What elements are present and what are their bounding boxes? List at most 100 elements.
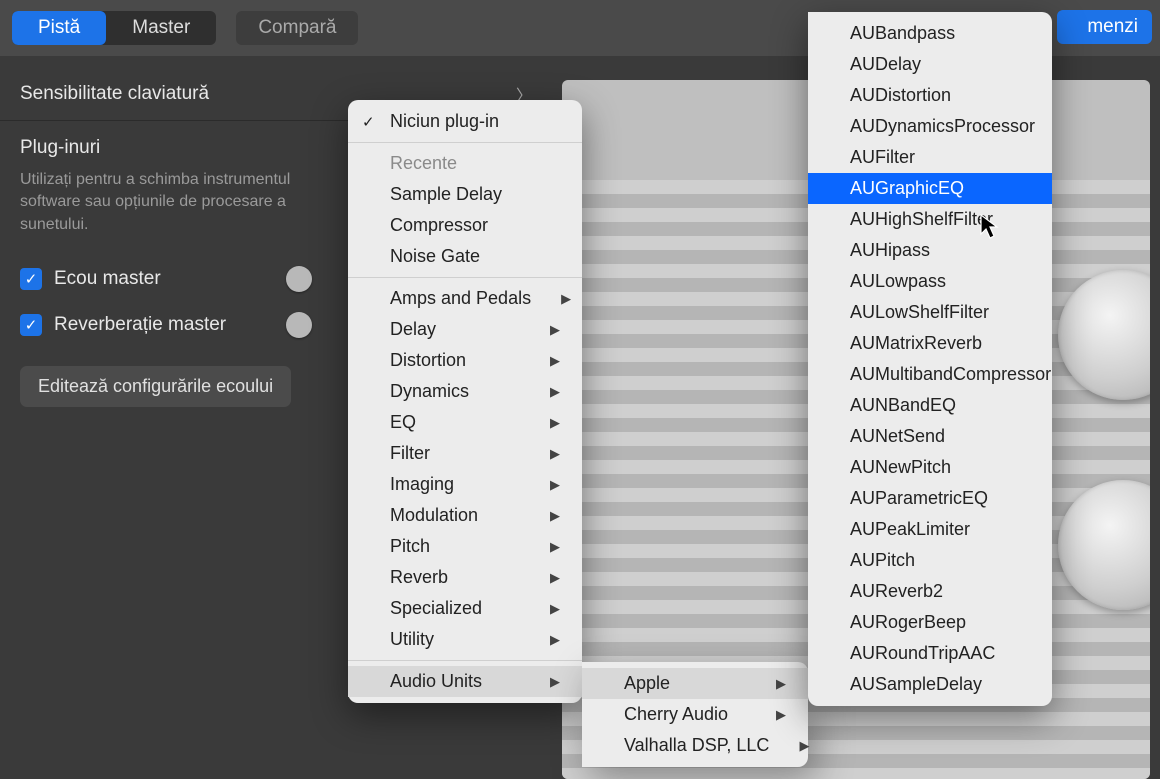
menu-item-category[interactable]: Pitch ▶ (348, 531, 582, 562)
reverb-master-checkbox[interactable]: ✓ (20, 314, 42, 336)
chevron-right-icon: ▶ (799, 738, 809, 754)
menu-item-label: AURogerBeep (850, 612, 966, 633)
menu-item-au-plugin[interactable]: AUDelay (808, 49, 1052, 80)
echo-master-checkbox[interactable]: ✓ (20, 268, 42, 290)
menu-item-au-plugin[interactable]: AUFilter (808, 142, 1052, 173)
apple-au-submenu: AUBandpass AUDelay AUDistortion AUDynamicsP… (808, 12, 1052, 706)
menu-item-recent[interactable]: Compressor (348, 210, 582, 241)
menu-item-none[interactable]: ✓ Niciun plug-in (348, 106, 582, 137)
menu-item-au-plugin[interactable]: AURogerBeep (808, 607, 1052, 638)
menu-item-label: Pitch (390, 536, 430, 557)
commands-button[interactable]: menzi (1057, 10, 1152, 44)
menu-item-au-plugin[interactable]: AUNBandEQ (808, 390, 1052, 421)
menu-item-au-plugin[interactable]: AUParametricEQ (808, 483, 1052, 514)
menu-item-au-plugin[interactable]: AUHighShelfFilter (808, 204, 1052, 235)
chevron-right-icon: ▶ (550, 539, 560, 555)
compare-button[interactable]: Compară (236, 11, 358, 45)
menu-item-label: Filter (390, 443, 430, 464)
menu-item-category[interactable]: Filter▶ (348, 438, 582, 469)
menu-item-label: AUDynamicsProcessor (850, 116, 1035, 137)
menu-item-label: AULowShelfFilter (850, 302, 989, 323)
menu-item-au-plugin[interactable]: AUDynamicsProcessor (808, 111, 1052, 142)
edit-echo-settings-button[interactable]: Editează configurările ecoului (20, 366, 291, 407)
menu-item-label: AUNewPitch (850, 457, 951, 478)
menu-item-au-plugin[interactable]: AUBandpass (808, 18, 1052, 49)
menu-item-category[interactable]: Imaging▶ (348, 469, 582, 500)
menu-item-category[interactable]: Delay▶ (348, 314, 582, 345)
chevron-right-icon: ▶ (550, 674, 560, 690)
menu-item-au-plugin[interactable]: AUNetSend (808, 421, 1052, 452)
menu-item-label: AUFilter (850, 147, 915, 168)
menu-item-label: Niciun plug-in (390, 111, 499, 132)
menu-item-au-plugin[interactable]: AUNewPitch (808, 452, 1052, 483)
menu-item-label: AULowpass (850, 271, 946, 292)
menu-item-label: AUNetSend (850, 426, 945, 447)
menu-item-vendor[interactable]: Cherry Audio ▶ (582, 699, 808, 730)
menu-item-au-plugin[interactable]: AUHipass (808, 235, 1052, 266)
menu-item-label: AUBandpass (850, 23, 955, 44)
menu-item-au-plugin[interactable]: AULowShelfFilter (808, 297, 1052, 328)
menu-item-label: Imaging (390, 474, 454, 495)
menu-item-recent[interactable]: Noise Gate (348, 241, 582, 272)
menu-item-label: AUNBandEQ (850, 395, 956, 416)
track-master-segmented: Pistă Master (12, 11, 216, 45)
chevron-right-icon: ▶ (561, 291, 571, 307)
menu-item-category[interactable]: Modulation▶ (348, 500, 582, 531)
menu-item-category[interactable]: Dynamics▶ (348, 376, 582, 407)
chevron-right-icon: ▶ (550, 322, 560, 338)
menu-item-recent[interactable]: Sample Delay (348, 179, 582, 210)
menu-item-label: Distortion (390, 350, 466, 371)
menu-item-label: EQ (390, 412, 416, 433)
chevron-right-icon: ▶ (550, 601, 560, 617)
menu-item-label: AUParametricEQ (850, 488, 988, 509)
menu-item-label: Cherry Audio (624, 704, 728, 725)
menu-header-recent: Recente (348, 148, 582, 179)
plugin-menu: ✓ Niciun plug-in Recente Sample DelayCom… (348, 100, 582, 703)
menu-item-label: AUHighShelfFilter (850, 209, 993, 230)
menu-item-label: Specialized (390, 598, 482, 619)
menu-item-label: AUMatrixReverb (850, 333, 982, 354)
menu-item-au-plugin[interactable]: AUPeakLimiter (808, 514, 1052, 545)
menu-item-vendor[interactable]: Valhalla DSP, LLC▶ (582, 730, 808, 761)
menu-item-label: AUDelay (850, 54, 921, 75)
chevron-right-icon: ▶ (776, 676, 786, 692)
menu-item-category[interactable]: Reverb▶ (348, 562, 582, 593)
menu-item-label: Modulation (390, 505, 478, 526)
echo-master-slider[interactable] (286, 266, 312, 292)
menu-header-label: Recente (390, 153, 457, 174)
menu-item-au-plugin[interactable]: AUDistortion (808, 80, 1052, 111)
reverb-master-slider[interactable] (286, 312, 312, 338)
menu-item-au-plugin[interactable]: AUMultibandCompressor (808, 359, 1052, 390)
menu-item-au-plugin[interactable]: AUGraphicEQ (808, 173, 1052, 204)
check-icon: ✓ (362, 113, 375, 131)
menu-item-au-plugin[interactable]: AUMatrixReverb (808, 328, 1052, 359)
chevron-right-icon: ▶ (550, 415, 560, 431)
menu-separator (348, 277, 582, 278)
menu-item-au-plugin[interactable]: AUReverb2 (808, 576, 1052, 607)
tab-master[interactable]: Master (106, 11, 216, 45)
menu-item-au-plugin[interactable]: AUPitch (808, 545, 1052, 576)
keyboard-sensitivity-label: Sensibilitate claviatură (20, 83, 209, 105)
menu-item-vendor[interactable]: Apple ▶ (582, 668, 808, 699)
menu-item-category[interactable]: Distortion ▶ (348, 345, 582, 376)
menu-item-label: Utility (390, 629, 434, 650)
tab-track[interactable]: Pistă (12, 11, 106, 45)
menu-item-category[interactable]: Specialized ▶ (348, 593, 582, 624)
menu-item-au-plugin[interactable]: AUSampleDelay (808, 669, 1052, 700)
menu-item-label: Apple (624, 673, 670, 694)
chevron-right-icon: ▶ (550, 632, 560, 648)
chevron-right-icon: ▶ (776, 707, 786, 723)
menu-item-label: AUDistortion (850, 85, 951, 106)
menu-item-category[interactable]: Amps and Pedals▶ (348, 283, 582, 314)
menu-item-label: AUReverb2 (850, 581, 943, 602)
menu-item-au-plugin[interactable]: AURoundTripAAC (808, 638, 1052, 669)
menu-item-au-plugin[interactable]: AULowpass (808, 266, 1052, 297)
reverb-master-label: Reverberație master (54, 314, 226, 336)
chevron-right-icon: ▶ (550, 353, 560, 369)
menu-item-audio-units[interactable]: Audio Units ▶ (348, 666, 582, 697)
menu-item-category[interactable]: Utility ▶ (348, 624, 582, 655)
menu-item-category[interactable]: EQ ▶ (348, 407, 582, 438)
menu-item-label: Audio Units (390, 671, 482, 692)
menu-item-label: AUPitch (850, 550, 915, 571)
menu-separator (348, 660, 582, 661)
